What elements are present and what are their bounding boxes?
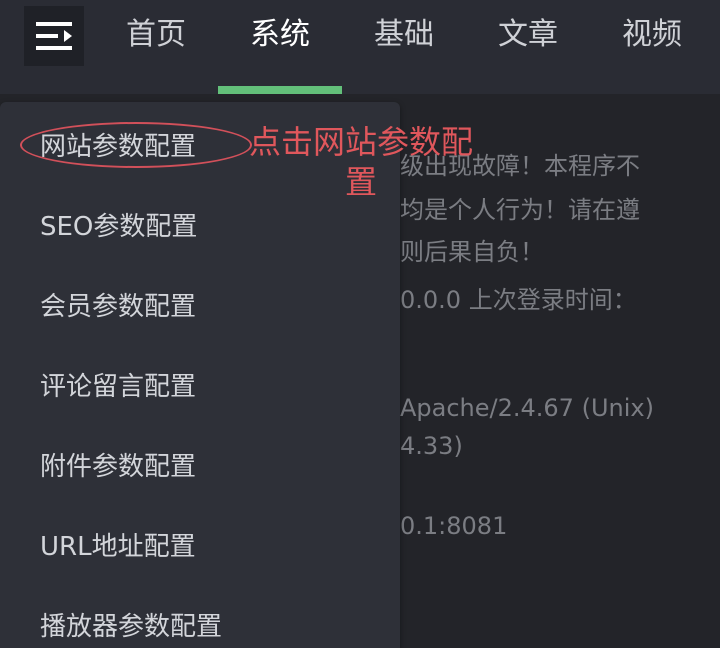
menu-item-url-config[interactable]: URL地址配置	[40, 526, 196, 563]
tab-basic[interactable]: 基础	[342, 0, 466, 94]
tab-home[interactable]: 首页	[94, 0, 218, 94]
content-text-line: Apache/2.4.67 (Unix)	[400, 394, 654, 422]
menu-item-member-config[interactable]: 会员参数配置	[40, 286, 196, 323]
menu-collapse-icon	[36, 22, 72, 50]
tab-video[interactable]: 视频	[590, 0, 714, 94]
content-text-line: 0.1:8081	[400, 512, 508, 540]
content-text-line: 则后果自负！	[400, 238, 544, 266]
menu-item-seo-config[interactable]: SEO参数配置	[40, 206, 197, 243]
menu-item-player-config[interactable]: 播放器参数配置	[40, 606, 222, 643]
annotation-text: 点击网站参数配置	[248, 123, 473, 201]
top-navigation-bar: 首页 系统 基础 文章 视频	[0, 0, 720, 94]
menu-item-site-config[interactable]: 网站参数配置	[40, 126, 196, 163]
tab-system[interactable]: 系统	[218, 0, 342, 94]
menu-item-attachment-config[interactable]: 附件参数配置	[40, 446, 196, 483]
nav-tabs: 首页 系统 基础 文章 视频	[94, 0, 714, 94]
menu-toggle-button[interactable]	[24, 6, 84, 66]
menu-item-comment-config[interactable]: 评论留言配置	[40, 366, 196, 403]
tab-article[interactable]: 文章	[466, 0, 590, 94]
content-text-line: 0.0.0 上次登录时间：	[400, 286, 637, 314]
content-text-line: 4.33)	[400, 432, 463, 460]
